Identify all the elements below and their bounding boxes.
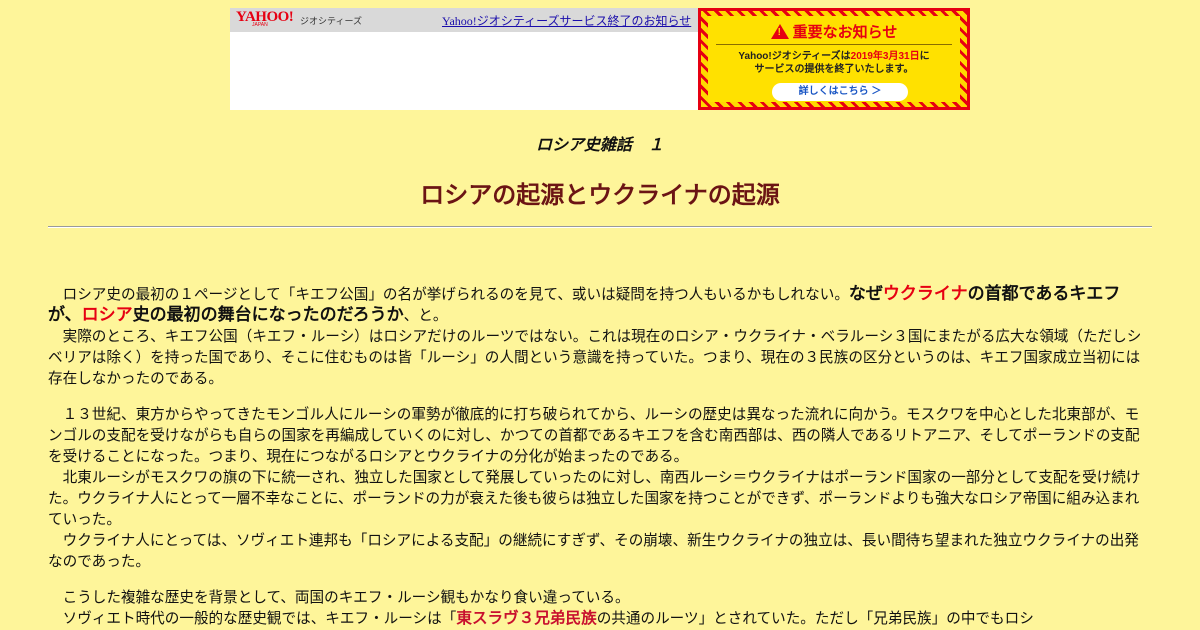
p1-text: ロシア史の最初の１ページとして「キエフ公国」の名が挙げられるのを見て、或いは疑問… bbox=[48, 286, 849, 303]
important-notice-inner: 重要なお知らせ Yahoo!ジオシティーズは2019年3月31日に サービスの提… bbox=[708, 16, 960, 102]
paragraph-3: １３世紀、東方からやってきたモンゴル人にルーシの軍勢が徹底的に打ち破られてから、… bbox=[48, 406, 1140, 465]
important-notice-ad[interactable]: 重要なお知らせ Yahoo!ジオシティーズは2019年3月31日に サービスの提… bbox=[698, 8, 970, 110]
divider bbox=[716, 44, 952, 45]
notice-date: 2019年3月31日 bbox=[850, 51, 920, 62]
paragraph-7: ソヴィエト時代の一般的な歴史観では、キエフ・ルーシは「東スラヴ３兄弟民族の共通の… bbox=[48, 608, 1152, 629]
p1-end: 、と。 bbox=[403, 307, 448, 324]
page-title: ロシアの起源とウクライナの起源 bbox=[420, 181, 780, 209]
geocities-banner: YAHOO! JAPAN ジオシティーズ Yahoo!ジオシティーズサービス終了… bbox=[230, 8, 970, 110]
paragraph-2: 実際のところ、キエフ公国（キエフ・ルーシ）はロシアだけのルーツではない。これは現… bbox=[48, 328, 1142, 387]
notice-text-line2: サービスの提供を終了いたします。 bbox=[754, 64, 914, 75]
important-notice-title: 重要なお知らせ bbox=[708, 21, 960, 42]
p7-text-b: の共通のルーツ」とされていた。ただし「兄弟民族」の中でもロシ bbox=[596, 610, 1034, 627]
warning-icon bbox=[770, 24, 789, 39]
horizontal-rule bbox=[48, 226, 1152, 228]
p1-emphasis-ukraine: ウクライナ bbox=[882, 284, 968, 304]
important-notice-title-text: 重要なお知らせ bbox=[792, 24, 898, 41]
paragraph-6: こうした複雑な歴史を背景として、両国のキエフ・ルーシ観もかなり食い違っている。 bbox=[48, 589, 630, 606]
paragraph-5: ウクライナ人にとっては、ソヴィエト連邦も「ロシアによる支配」の継続にすぎず、その… bbox=[48, 532, 1139, 570]
service-end-notice-link[interactable]: Yahoo!ジオシティーズサービス終了のお知らせ bbox=[442, 12, 691, 29]
paragraph-4: 北東ルーシがモスクワの旗の下に統一され、独立した国家として発展していったのに対し… bbox=[48, 469, 1141, 528]
p7-highlight: 東スラヴ３兄弟民族 bbox=[456, 609, 597, 627]
notice-text-b: に bbox=[919, 51, 930, 62]
paragraph-1: ロシア史の最初の１ページとして「キエフ公国」の名が挙げられるのを見て、或いは疑問… bbox=[48, 284, 1152, 326]
service-name: ジオシティーズ bbox=[300, 16, 363, 26]
banner-left-panel: YAHOO! JAPAN ジオシティーズ Yahoo!ジオシティーズサービス終了… bbox=[230, 8, 698, 110]
series-heading: ロシア史雑話 １ bbox=[535, 135, 664, 154]
p1-emphasis-1: なぜ bbox=[848, 284, 883, 304]
article-body: ロシア史の最初の１ページとして「キエフ公国」の名が挙げられるのを見て、或いは疑問… bbox=[48, 284, 1152, 629]
p7-text-a: ソヴィエト時代の一般的な歴史観では、キエフ・ルーシは「 bbox=[48, 610, 457, 627]
banner-bar: YAHOO! JAPAN ジオシティーズ Yahoo!ジオシティーズサービス終了… bbox=[230, 8, 698, 32]
p1-emphasis-3: 史の最初の舞台になったのだろうか bbox=[132, 305, 404, 325]
important-notice-text: Yahoo!ジオシティーズは2019年3月31日に サービスの提供を終了いたしま… bbox=[708, 50, 960, 76]
details-button[interactable]: 詳しくはこちら ＞ bbox=[772, 83, 908, 101]
yahoo-logo-sub: JAPAN bbox=[252, 22, 268, 28]
p1-emphasis-russia: ロシア bbox=[81, 305, 133, 325]
notice-text-a: Yahoo!ジオシティーズは bbox=[738, 51, 851, 62]
